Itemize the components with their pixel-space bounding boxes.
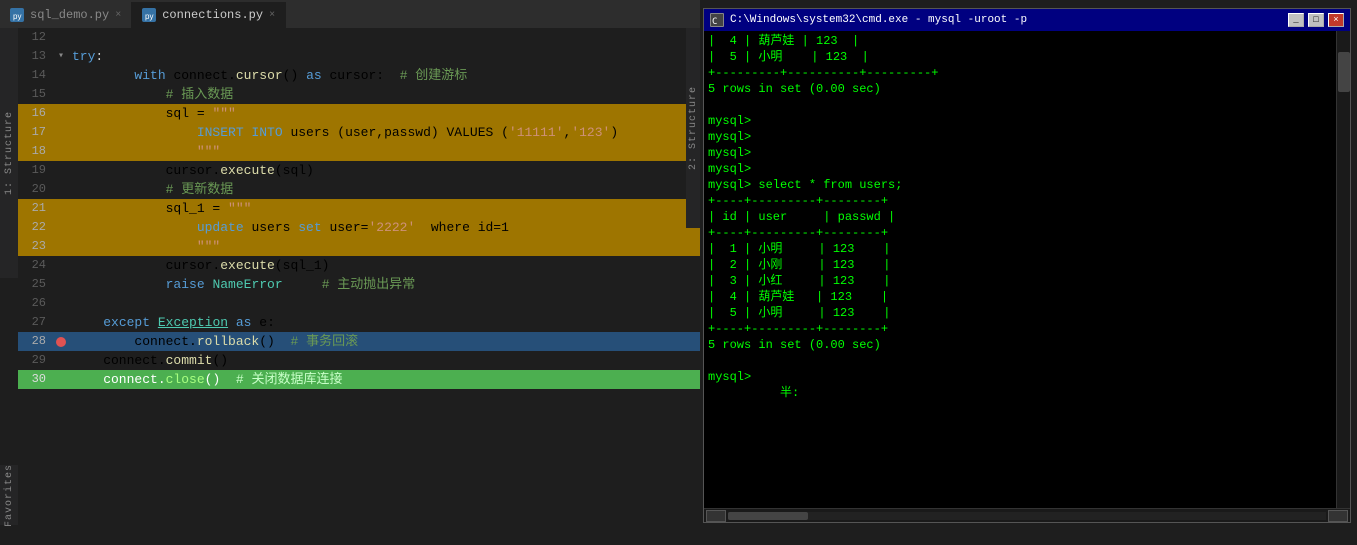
tab-sql-demo-label: sql_demo.py xyxy=(30,8,109,22)
cmd-input-line: 半: xyxy=(708,385,1334,401)
cmd-body-container: | 4 | 葫芦娃 | 123 | | 5 | 小明 | 123 | +----… xyxy=(704,31,1350,508)
cmd-separator-3: +----+---------+--------+ xyxy=(708,225,1334,241)
favorites-panel-label: Favorites xyxy=(4,464,15,527)
cmd-prompt-3: mysql> xyxy=(708,145,1334,161)
code-line-20: 20 # 更新数据 xyxy=(18,180,700,199)
fold-arrow-13[interactable]: ▾ xyxy=(58,47,64,66)
code-line-21: 21 sql_1 = """ xyxy=(18,199,700,218)
code-line-15: 15 # 插入数据 xyxy=(18,85,700,104)
cmd-data-row-4: | 4 | 葫芦娃 | 123 | xyxy=(708,289,1334,305)
cmd-blank-1 xyxy=(708,97,1334,113)
code-line-14: 14 with connect.cursor() as cursor: # 创建… xyxy=(18,66,700,85)
cmd-separator-2: +----+---------+--------+ xyxy=(708,193,1334,209)
code-line-25: 25 raise NameError # 主动抛出异常 xyxy=(18,275,700,294)
code-line-13: 13 ▾ try: xyxy=(18,47,700,66)
code-line-24: 24 cursor.execute(sql_1) xyxy=(18,256,700,275)
cmd-titlebar: C C:\Windows\system32\cmd.exe - mysql -u… xyxy=(704,9,1350,31)
code-editor[interactable]: 12 13 ▾ try: 14 with connect.cursor() as… xyxy=(18,28,700,545)
code-line-18: 18 """ xyxy=(18,142,700,161)
tab-connections-label: connections.py xyxy=(162,8,263,22)
cmd-blank-2 xyxy=(708,353,1334,369)
cmd-close-button[interactable]: × xyxy=(1328,13,1344,27)
breakpoint-28[interactable] xyxy=(56,337,66,347)
code-line-27: 27 except Exception as e: xyxy=(18,313,700,332)
code-line-26: 26 xyxy=(18,294,700,313)
cmd-controls: _ □ × xyxy=(1288,13,1344,27)
svg-text:py: py xyxy=(145,12,153,21)
cmd-data-row-5: | 5 | 小明 | 123 | xyxy=(708,305,1334,321)
cmd-scrollthumb[interactable] xyxy=(1338,52,1350,92)
cmd-separator-4: +----+---------+--------+ xyxy=(708,321,1334,337)
svg-text:C: C xyxy=(712,17,717,26)
favorites-panel: Favorites xyxy=(0,465,18,525)
cmd-minimize-button[interactable]: _ xyxy=(1288,13,1304,27)
code-line-19: 19 cursor.execute(sql) xyxy=(18,161,700,180)
python-file-icon-2: py xyxy=(142,8,156,22)
tab-connections[interactable]: py connections.py × xyxy=(132,2,286,28)
cmd-scrollbar[interactable] xyxy=(1336,31,1350,508)
cmd-prompt-5: mysql> xyxy=(708,369,1334,385)
cmd-window: C C:\Windows\system32\cmd.exe - mysql -u… xyxy=(703,8,1351,523)
cmd-prompt-4: mysql> xyxy=(708,161,1334,177)
tab-sql-demo[interactable]: py sql_demo.py × xyxy=(0,2,132,28)
editor-container: py sql_demo.py × py connections.py × 12 … xyxy=(0,0,700,545)
cmd-header-row: | id | user | passwd | xyxy=(708,209,1334,225)
cmd-hscroll-right[interactable] xyxy=(1328,510,1348,522)
cmd-separator-1: +---------+----------+---------+ xyxy=(708,65,1334,81)
python-file-icon: py xyxy=(10,8,24,22)
cmd-command-1: mysql> select * from users; xyxy=(708,177,1334,193)
code-line-16: 16 sql = """ xyxy=(18,104,700,123)
cmd-hscroll-track xyxy=(728,512,1326,520)
structure-panel: 1: Structure xyxy=(0,28,18,278)
cmd-title-text: C:\Windows\system32\cmd.exe - mysql -uro… xyxy=(730,14,1027,26)
tab-sql-demo-close[interactable]: × xyxy=(115,10,121,21)
code-line-29: 29 connect.commit() xyxy=(18,351,700,370)
code-line-23: 23 """ xyxy=(18,237,700,256)
terminal-icon: C xyxy=(711,14,723,26)
code-line-30: 30 connect.close() # 关闭数据库连接 xyxy=(18,370,700,389)
cmd-body[interactable]: | 4 | 葫芦娃 | 123 | | 5 | 小明 | 123 | +----… xyxy=(704,31,1350,508)
cmd-data-row-1: | 1 | 小明 | 123 | xyxy=(708,241,1334,257)
cmd-maximize-button[interactable]: □ xyxy=(1308,13,1324,27)
code-line-22: 22 update users set user='2222' where id… xyxy=(18,218,700,237)
cmd-hscrollbar[interactable] xyxy=(704,508,1350,522)
structure-panel-label: 1: Structure xyxy=(4,111,15,195)
cmd-rows-in-set-2: 5 rows in set (0.00 sec) xyxy=(708,337,1334,353)
outline-panel: 2: Structure xyxy=(686,28,700,228)
cmd-icon: C xyxy=(710,13,724,27)
tab-connections-close[interactable]: × xyxy=(269,10,275,21)
code-line-28: 28 connect.rollback() # 事务回滚 xyxy=(18,332,700,351)
cmd-row-2: | 5 | 小明 | 123 | xyxy=(708,49,1334,65)
cmd-prompt-1: mysql> xyxy=(708,113,1334,129)
tab-bar: py sql_demo.py × py connections.py × xyxy=(0,0,700,28)
cmd-input-text: 半: xyxy=(780,385,799,401)
cmd-prompt-2: mysql> xyxy=(708,129,1334,145)
svg-text:py: py xyxy=(13,12,21,21)
cmd-hscroll-left[interactable] xyxy=(706,510,726,522)
code-line-17: 17 INSERT INTO users (user,passwd) VALUE… xyxy=(18,123,700,142)
cmd-data-row-3: | 3 | 小红 | 123 | xyxy=(708,273,1334,289)
cmd-rows-in-set-1: 5 rows in set (0.00 sec) xyxy=(708,81,1334,97)
code-line-12: 12 xyxy=(18,28,700,47)
cmd-hscrollthumb[interactable] xyxy=(728,512,808,520)
outline-panel-label: 2: Structure xyxy=(688,86,699,170)
cmd-data-row-2: | 2 | 小刚 | 123 | xyxy=(708,257,1334,273)
cmd-scroll-up[interactable] xyxy=(1337,31,1350,51)
cmd-row-1: | 4 | 葫芦娃 | 123 | xyxy=(708,33,1334,49)
